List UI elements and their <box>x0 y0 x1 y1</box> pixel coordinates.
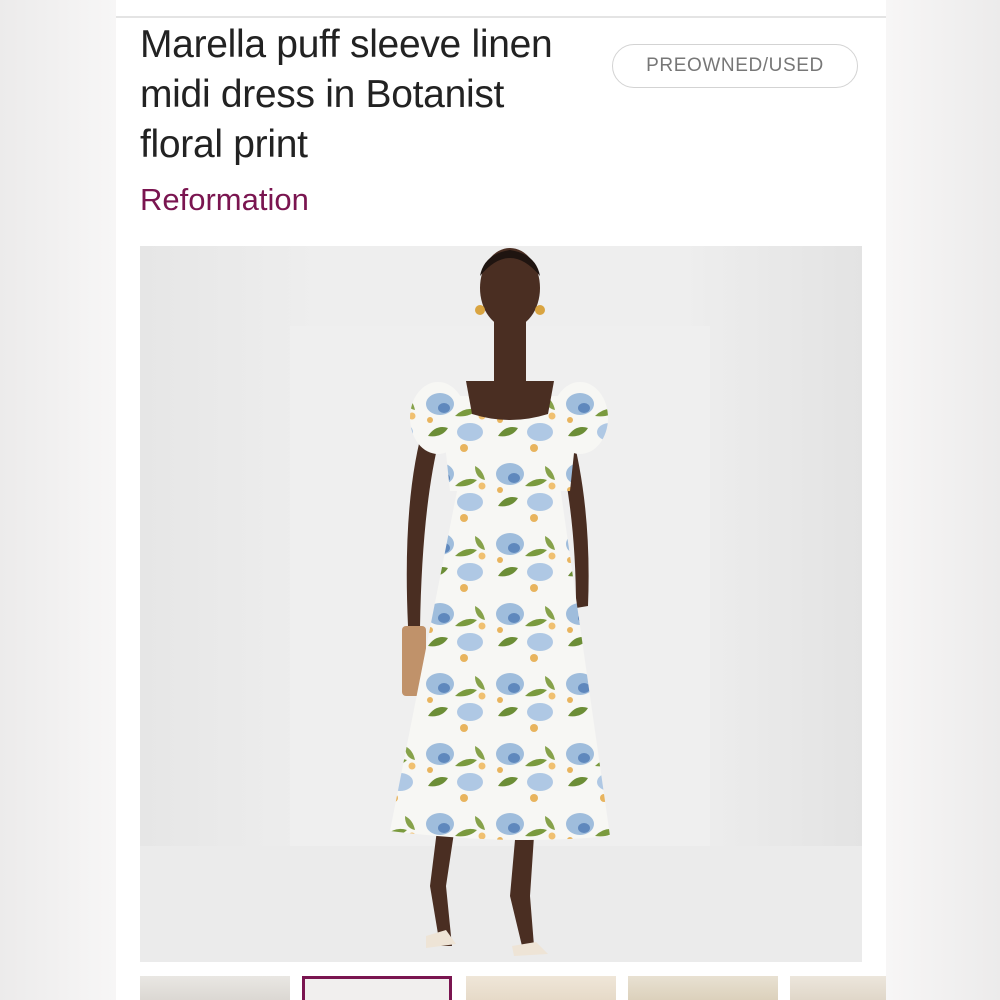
top-divider <box>116 16 886 18</box>
thumbnail-3[interactable] <box>466 976 616 1000</box>
thumbnail-1[interactable] <box>140 976 290 1000</box>
thumbnail-strip <box>140 976 886 1000</box>
thumbnail-2[interactable] <box>302 976 452 1000</box>
product-title: Marella puff sleeve linen midi dress in … <box>140 23 553 166</box>
thumbnail-5[interactable] <box>790 976 886 1000</box>
main-product-image[interactable] <box>140 246 862 962</box>
backdrop-left <box>0 0 116 1000</box>
product-card: Marella puff sleeve linen midi dress in … <box>116 0 886 1000</box>
brand-link[interactable]: Reformation <box>140 182 309 218</box>
condition-badge: PREOWNED/USED <box>612 44 858 88</box>
backdrop-right <box>886 0 1000 1000</box>
thumbnail-4[interactable] <box>628 976 778 1000</box>
dress-photo-illustration <box>140 246 862 962</box>
